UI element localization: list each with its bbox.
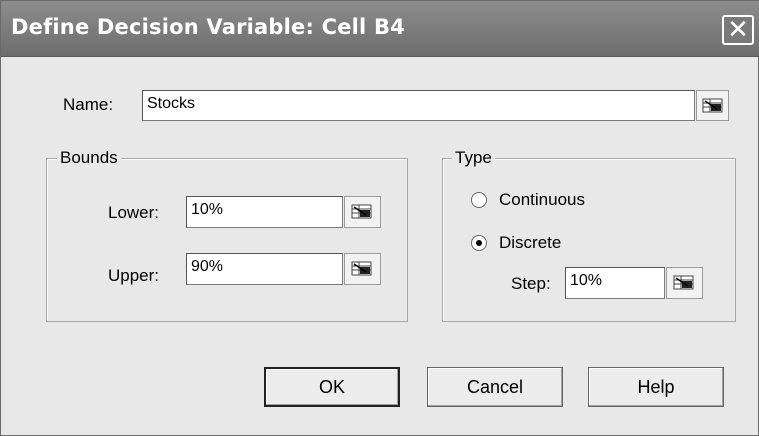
ok-button[interactable]: OK <box>264 367 400 407</box>
bounds-group <box>46 158 408 322</box>
close-icon: ✕ <box>727 15 749 45</box>
upper-label: Upper: <box>108 266 160 285</box>
lower-picker-button[interactable] <box>344 196 381 228</box>
lower-field[interactable]: 10% <box>186 196 343 228</box>
window-title: Define Decision Variable: Cell B4 <box>11 15 405 39</box>
cell-picker-icon <box>673 275 694 290</box>
close-button[interactable]: ✕ <box>722 15 754 45</box>
discrete-radio[interactable] <box>471 235 487 251</box>
name-field[interactable]: Stocks <box>142 90 695 121</box>
name-label: Name: <box>63 95 114 114</box>
lower-label: Lower: <box>108 203 160 222</box>
upper-field[interactable]: 90% <box>186 253 343 285</box>
cell-picker-icon <box>702 98 723 113</box>
bounds-title: Bounds <box>57 148 121 168</box>
step-label: Step: <box>511 274 551 293</box>
cancel-button[interactable]: Cancel <box>427 367 563 407</box>
title-bar[interactable]: Define Decision Variable: Cell B4 ✕ <box>1 1 759 57</box>
type-title: Type <box>452 148 495 168</box>
continuous-label[interactable]: Continuous <box>499 190 585 210</box>
discrete-label[interactable]: Discrete <box>499 233 561 253</box>
radio-selected-dot <box>476 240 482 246</box>
cell-picker-icon <box>351 204 372 219</box>
upper-picker-button[interactable] <box>344 253 381 285</box>
step-picker-button[interactable] <box>666 267 703 299</box>
help-button[interactable]: Help <box>588 367 724 407</box>
define-decision-variable-dialog: Define Decision Variable: Cell B4 ✕ Name… <box>0 0 759 436</box>
continuous-radio[interactable] <box>471 192 487 208</box>
name-picker-button[interactable] <box>696 90 729 121</box>
cell-picker-icon <box>351 261 372 276</box>
step-field[interactable]: 10% <box>565 267 665 299</box>
